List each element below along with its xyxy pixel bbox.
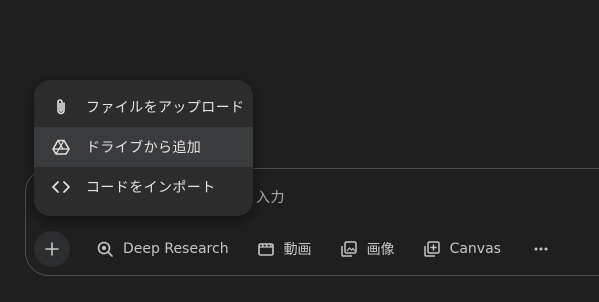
prompt-placeholder: 入力 <box>256 190 285 206</box>
deep-research-icon <box>96 240 114 258</box>
menu-item-label: ファイルをアップロード <box>86 100 245 116</box>
video-icon <box>257 240 275 258</box>
code-icon <box>52 178 70 196</box>
more-button[interactable] <box>525 231 557 267</box>
menu-item-add-from-drive[interactable]: ドライブから追加 <box>34 127 253 167</box>
prompt-toolbar: Deep Research 動画 画像 Canvas <box>34 231 569 267</box>
app-stage: 入力 Deep Research 動画 画像 Canvas ファイルをアップロー… <box>0 0 599 302</box>
paperclip-icon <box>52 98 70 116</box>
menu-item-label: ドライブから追加 <box>86 140 202 156</box>
tool-canvas[interactable]: Canvas <box>415 231 509 267</box>
more-horizontal-icon <box>534 247 548 251</box>
menu-item-import-code[interactable]: コードをインポート <box>34 167 253 207</box>
plus-icon <box>45 242 59 256</box>
tool-label: Deep Research <box>123 241 229 257</box>
google-drive-icon <box>52 138 70 156</box>
tool-label: 動画 <box>283 242 312 258</box>
tool-image[interactable]: 画像 <box>332 231 403 267</box>
tool-label: Canvas <box>449 241 501 257</box>
canvas-icon <box>423 240 441 258</box>
add-menu: ファイルをアップロード ドライブから追加 コードをインポート <box>34 80 253 216</box>
add-button[interactable] <box>34 231 70 267</box>
image-icon <box>340 240 358 258</box>
tool-video[interactable]: 動画 <box>249 231 320 267</box>
menu-item-upload-file[interactable]: ファイルをアップロード <box>34 87 253 127</box>
tool-deep-research[interactable]: Deep Research <box>88 231 237 267</box>
tool-label: 画像 <box>366 242 395 258</box>
menu-item-label: コードをインポート <box>86 180 216 196</box>
